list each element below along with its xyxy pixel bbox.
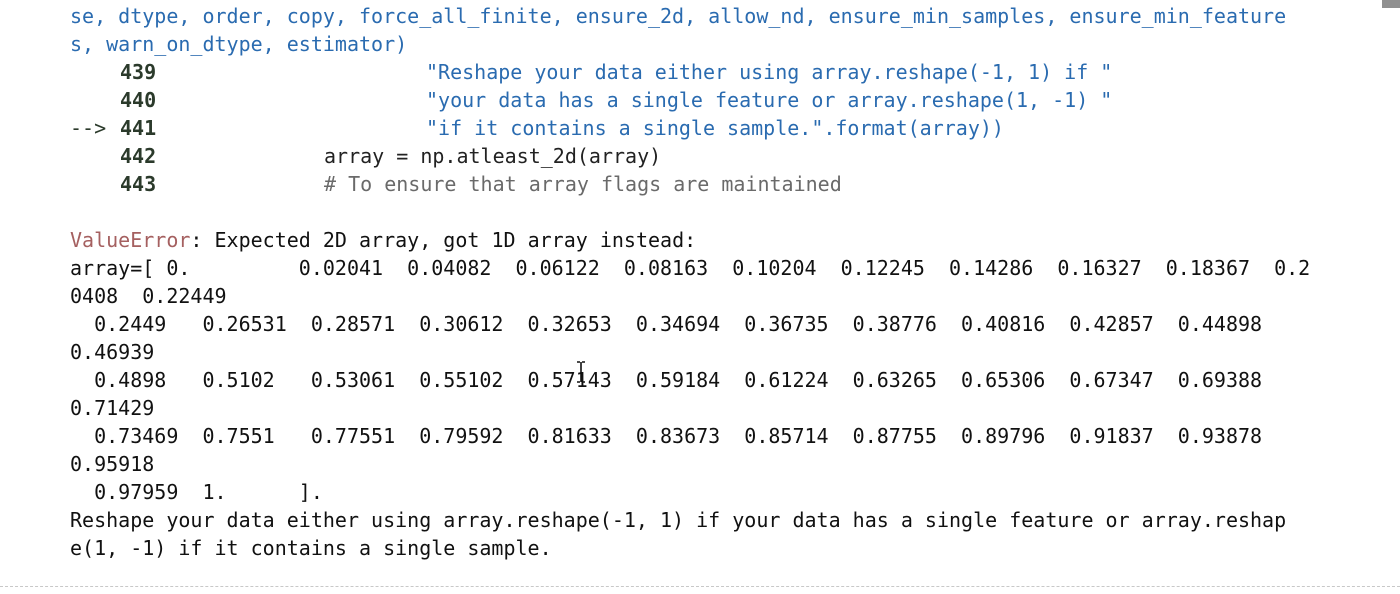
array-line: 0.73469 0.7551 0.77551 0.79592 0.81633 0… (70, 424, 1263, 448)
array-line: 0.4898 0.5102 0.53061 0.55102 0.57143 0.… (70, 368, 1263, 392)
array-line: array=[ 0. 0.02041 0.04082 0.06122 0.081… (70, 256, 1311, 280)
array-line: 0.71429 (70, 396, 155, 420)
error-header: ValueError: Expected 2D array, got 1D ar… (70, 226, 696, 254)
error-type: ValueError (70, 228, 191, 252)
signature-line-2: s, warn_on_dtype, estimator) (70, 32, 408, 56)
source-line: array = np.atleast_2d(array) (324, 144, 662, 168)
source-comment: # To ensure that array flags are maintai… (324, 172, 842, 196)
current-line-marker: --> (70, 116, 107, 140)
array-line: 0.2449 0.26531 0.28571 0.30612 0.32653 0… (70, 312, 1263, 336)
cell-divider (0, 586, 1400, 587)
error-hint-line-2: e(1, -1) if it contains a single sample. (70, 536, 552, 560)
source-line: "Reshape your data either using array.re… (426, 60, 1113, 84)
array-line: 0.95918 (70, 452, 155, 476)
array-line: 0408 0.22449 (70, 284, 227, 308)
array-line: 0.46939 (70, 340, 155, 364)
source-line: "your data has a single feature or array… (426, 88, 1113, 112)
line-number: 440 (120, 88, 157, 112)
error-hint-line-1: Reshape your data either using array.res… (70, 508, 1287, 532)
line-number: 441 (120, 116, 157, 140)
text-cursor-icon (576, 361, 586, 383)
line-number: 439 (120, 60, 157, 84)
window-corner-artifact (1382, 0, 1400, 8)
line-number: 443 (120, 172, 157, 196)
source-line: "if it contains a single sample.".format… (426, 116, 1004, 140)
text-cursor-icon-glyph (577, 361, 585, 383)
signature-line-1: se, dtype, order, copy, force_all_finite… (70, 4, 1287, 28)
array-line: 0.97959 1. ]. (70, 480, 323, 504)
line-number: 442 (120, 144, 157, 168)
cell-output: se, dtype, order, copy, force_all_finite… (0, 0, 1400, 594)
error-message: : Expected 2D array, got 1D array instea… (190, 228, 697, 252)
